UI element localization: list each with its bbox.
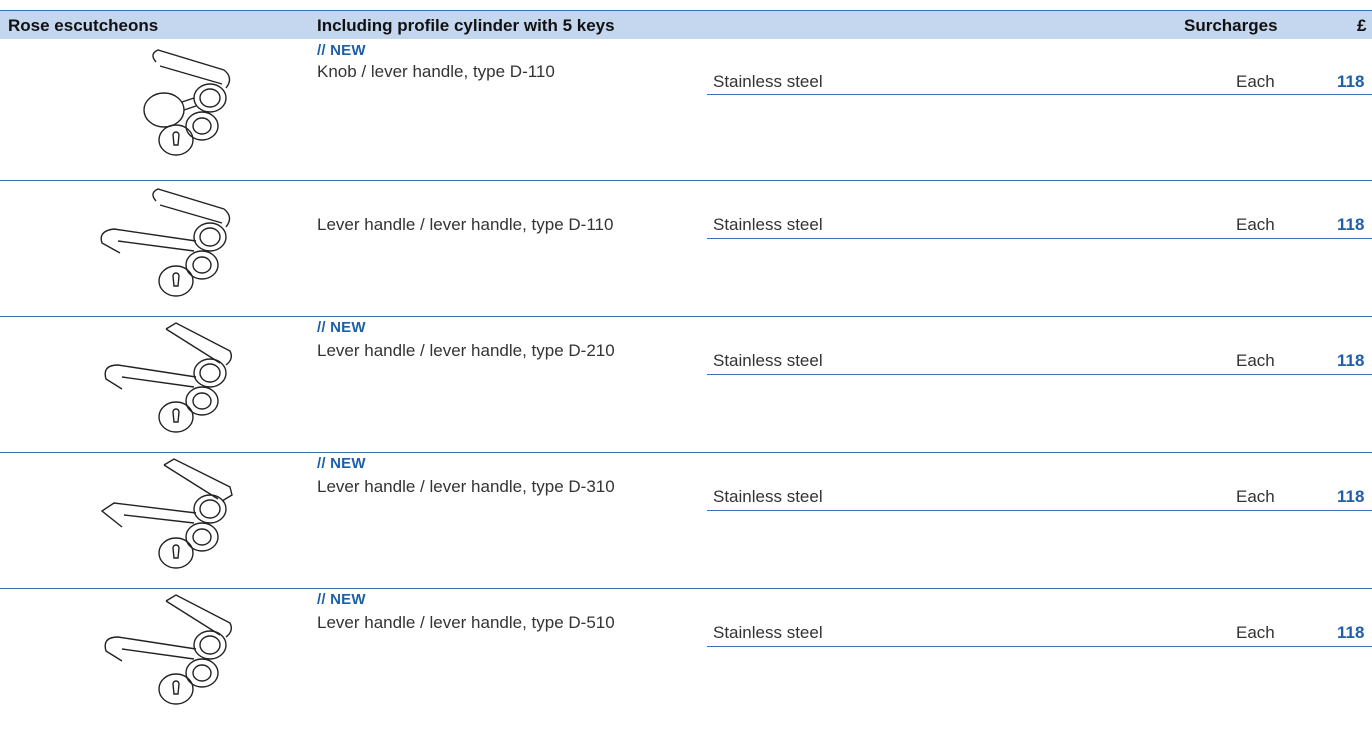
price: 118 xyxy=(1337,215,1365,234)
product-description: Knob / lever handle, type D-110 xyxy=(317,62,555,81)
table-header: Rose escutcheons Including profile cylin… xyxy=(0,10,1372,39)
product-description: Lever handle / lever handle, type D-510 xyxy=(317,613,615,632)
unit: Each xyxy=(1236,215,1275,234)
price: 118 xyxy=(1337,487,1365,506)
material: Stainless steel xyxy=(713,351,823,370)
table-row: // NEW Lever handle / lever handle, type… xyxy=(0,453,1372,588)
lever-handle-illustration xyxy=(84,453,304,593)
unit: Each xyxy=(1236,487,1275,506)
lever-handle-illustration xyxy=(84,181,304,321)
table-row: // NEW Lever handle / lever handle, type… xyxy=(0,317,1372,452)
material: Stainless steel xyxy=(713,623,823,642)
header-cylinder: Including profile cylinder with 5 keys xyxy=(317,16,615,35)
price: 118 xyxy=(1337,351,1365,370)
header-currency: £ xyxy=(1357,16,1367,35)
unit: Each xyxy=(1236,623,1275,642)
header-surcharges: Surcharges xyxy=(1184,16,1278,35)
product-description: Lever handle / lever handle, type D-210 xyxy=(317,341,615,360)
unit: Each xyxy=(1236,72,1275,91)
price: 118 xyxy=(1337,72,1365,91)
row-underline xyxy=(707,238,1372,239)
row-underline xyxy=(707,646,1372,647)
row-underline xyxy=(707,94,1372,95)
new-badge: // NEW xyxy=(317,319,366,336)
product-description: Lever handle / lever handle, type D-310 xyxy=(317,477,615,496)
knob-lever-handle-illustration xyxy=(84,40,304,180)
row-underline xyxy=(707,510,1372,511)
product-description: Lever handle / lever handle, type D-110 xyxy=(317,215,614,234)
table-row: // NEW Knob / lever handle, type D-110 S… xyxy=(0,40,1372,180)
material: Stainless steel xyxy=(713,215,823,234)
unit: Each xyxy=(1236,351,1275,370)
table-row: // NEW Lever handle / lever handle, type… xyxy=(0,589,1372,719)
new-badge: // NEW xyxy=(317,42,366,59)
row-underline xyxy=(707,374,1372,375)
lever-handle-illustration xyxy=(84,589,304,729)
material: Stainless steel xyxy=(713,487,823,506)
table-row: Lever handle / lever handle, type D-110 … xyxy=(0,181,1372,316)
material: Stainless steel xyxy=(713,72,823,91)
price: 118 xyxy=(1337,623,1365,642)
header-rose-escutcheons: Rose escutcheons xyxy=(8,16,159,35)
new-badge: // NEW xyxy=(317,591,366,608)
new-badge: // NEW xyxy=(317,455,366,472)
lever-handle-illustration xyxy=(84,317,304,457)
